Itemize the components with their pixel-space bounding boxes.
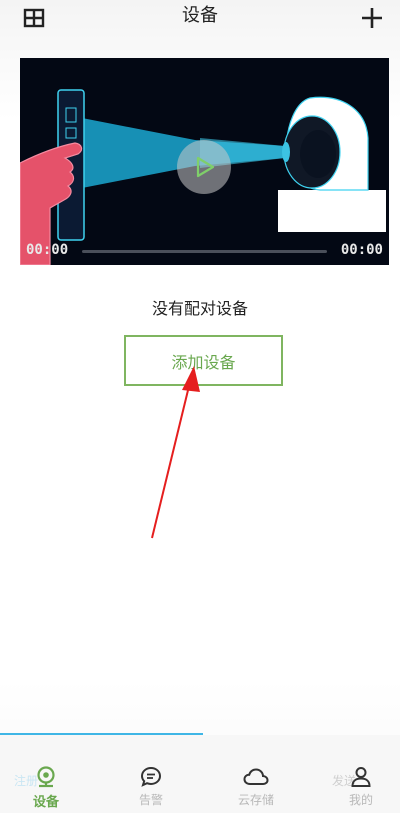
chat-icon bbox=[140, 766, 162, 787]
tab-cloud-storage[interactable]: 云存储 bbox=[216, 765, 296, 813]
tab-label: 云存储 bbox=[237, 793, 274, 807]
bottom-tab-bar: 注册 发送 设备 告警 云存储 我的 bbox=[0, 735, 400, 813]
device-screen: 设备 00:00 00:00 没有配对设备 添加设备 注册 发送 设备 告警 云… bbox=[0, 0, 400, 813]
total-time: 00:00 bbox=[340, 242, 383, 258]
video-progress-bar[interactable] bbox=[82, 250, 327, 253]
tab-profile[interactable]: 我的 bbox=[321, 765, 400, 813]
tab-label: 告警 bbox=[138, 793, 163, 807]
play-button[interactable] bbox=[177, 140, 231, 194]
empty-state-text: 没有配对设备 bbox=[151, 299, 248, 318]
add-device-button[interactable]: 添加设备 bbox=[124, 335, 283, 386]
current-time: 00:00 bbox=[26, 242, 69, 258]
plus-icon[interactable] bbox=[358, 4, 386, 32]
top-bar: 设备 bbox=[0, 0, 400, 44]
play-icon bbox=[196, 156, 215, 178]
cloud-icon bbox=[243, 768, 269, 785]
tab-devices[interactable]: 设备 bbox=[6, 765, 86, 813]
tab-alerts[interactable]: 告警 bbox=[111, 765, 191, 813]
page-title: 设备 bbox=[182, 5, 218, 26]
tab-label: 设备 bbox=[32, 795, 59, 810]
camera-icon bbox=[37, 766, 55, 788]
user-icon bbox=[351, 767, 371, 787]
tutorial-video[interactable]: 00:00 00:00 bbox=[20, 58, 389, 265]
tab-label: 我的 bbox=[348, 793, 373, 807]
